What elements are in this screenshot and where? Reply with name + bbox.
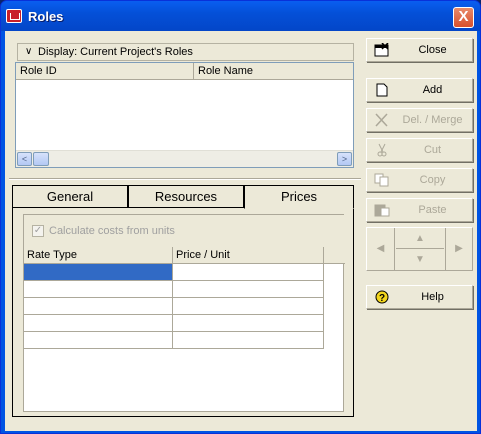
calc-costs-row: ✓ Calculate costs from units bbox=[24, 215, 345, 247]
grid-cell-rate-type[interactable] bbox=[24, 264, 173, 281]
copy-icon bbox=[374, 173, 390, 187]
title-bar[interactable]: Roles X bbox=[1, 1, 480, 31]
calc-costs-checkbox[interactable]: ✓ bbox=[32, 225, 44, 237]
grid-cell-rate-type[interactable] bbox=[24, 332, 173, 349]
tab-general[interactable]: General bbox=[12, 185, 128, 208]
paste-icon bbox=[374, 203, 390, 217]
scissors-icon bbox=[374, 143, 390, 157]
add-button[interactable]: Add bbox=[366, 78, 473, 102]
prices-tab-page: ✓ Calculate costs from units Rate Type P… bbox=[12, 207, 354, 417]
cut-button[interactable]: Cut bbox=[366, 138, 473, 162]
chevron-down-icon[interactable]: ∨ bbox=[25, 46, 32, 57]
column-header-role-name[interactable]: Role Name bbox=[194, 63, 353, 80]
delete-x-icon bbox=[374, 113, 390, 127]
tab-prices[interactable]: Prices bbox=[244, 185, 354, 209]
copy-button[interactable]: Copy bbox=[366, 168, 473, 192]
move-down-button[interactable]: ▼ bbox=[396, 249, 444, 270]
move-right-button[interactable]: ▶ bbox=[445, 228, 472, 270]
panel-splitter[interactable] bbox=[9, 178, 361, 180]
move-left-button[interactable]: ◀ bbox=[367, 228, 395, 270]
display-filter-label: Display: Current Project's Roles bbox=[38, 46, 193, 58]
close-button[interactable]: Close bbox=[366, 38, 473, 62]
copy-label: Copy bbox=[419, 174, 446, 186]
calc-costs-label: Calculate costs from units bbox=[49, 225, 175, 237]
grid-cell-price-unit[interactable] bbox=[173, 298, 324, 315]
move-arrows-pad: ◀ ▲ ▼ ▶ bbox=[366, 227, 473, 271]
column-header-price-unit[interactable]: Price / Unit bbox=[173, 247, 324, 264]
horizontal-scrollbar[interactable]: < > bbox=[16, 150, 353, 167]
scroll-right-button[interactable]: > bbox=[337, 152, 352, 166]
help-button[interactable]: ? Help bbox=[366, 285, 473, 309]
column-header-role-id[interactable]: Role ID bbox=[16, 63, 194, 80]
move-up-button[interactable]: ▲ bbox=[396, 228, 444, 249]
rates-grid[interactable]: Rate Type Price / Unit bbox=[24, 247, 345, 413]
paste-label: Paste bbox=[418, 204, 447, 216]
grid-cell-price-unit[interactable] bbox=[173, 264, 324, 281]
display-filter-bar[interactable]: ∨ Display: Current Project's Roles bbox=[17, 43, 354, 61]
help-icon: ? bbox=[374, 290, 390, 304]
window-close-button[interactable]: X bbox=[453, 7, 474, 28]
prices-panel: ✓ Calculate costs from units Rate Type P… bbox=[23, 214, 345, 413]
window-title: Roles bbox=[28, 9, 64, 24]
grid-cell-rate-type[interactable] bbox=[24, 298, 173, 315]
app-icon bbox=[6, 9, 22, 23]
close-button-label: Close bbox=[418, 44, 447, 56]
roles-list[interactable]: Role ID Role Name < > bbox=[15, 62, 354, 168]
add-button-label: Add bbox=[422, 84, 443, 96]
grid-cell-price-unit[interactable] bbox=[173, 281, 324, 298]
roles-dialog: Roles X ∨ Display: Current Project's Rol… bbox=[0, 0, 481, 434]
column-header-filler bbox=[324, 247, 345, 264]
close-window-icon bbox=[374, 42, 390, 57]
dialog-body: ∨ Display: Current Project's Roles Role … bbox=[5, 31, 477, 431]
delete-merge-label: Del. / Merge bbox=[402, 114, 463, 126]
scroll-left-button[interactable]: < bbox=[17, 152, 32, 166]
help-label: Help bbox=[421, 291, 444, 303]
grid-cell-rate-type[interactable] bbox=[24, 281, 173, 298]
grid-cell-price-unit[interactable] bbox=[173, 315, 324, 332]
tab-resources[interactable]: Resources bbox=[128, 185, 244, 208]
grid-cell-rate-type[interactable] bbox=[24, 315, 173, 332]
scroll-thumb[interactable] bbox=[33, 152, 49, 166]
paste-button[interactable]: Paste bbox=[366, 198, 473, 222]
detail-tabs: General Resources Prices bbox=[12, 185, 354, 209]
delete-merge-button[interactable]: Del. / Merge bbox=[366, 108, 473, 132]
new-document-icon bbox=[374, 83, 390, 97]
cut-label: Cut bbox=[423, 144, 442, 156]
column-header-rate-type[interactable]: Rate Type bbox=[24, 247, 173, 264]
svg-text:?: ? bbox=[379, 293, 385, 304]
grid-cell-price-unit[interactable] bbox=[173, 332, 324, 349]
